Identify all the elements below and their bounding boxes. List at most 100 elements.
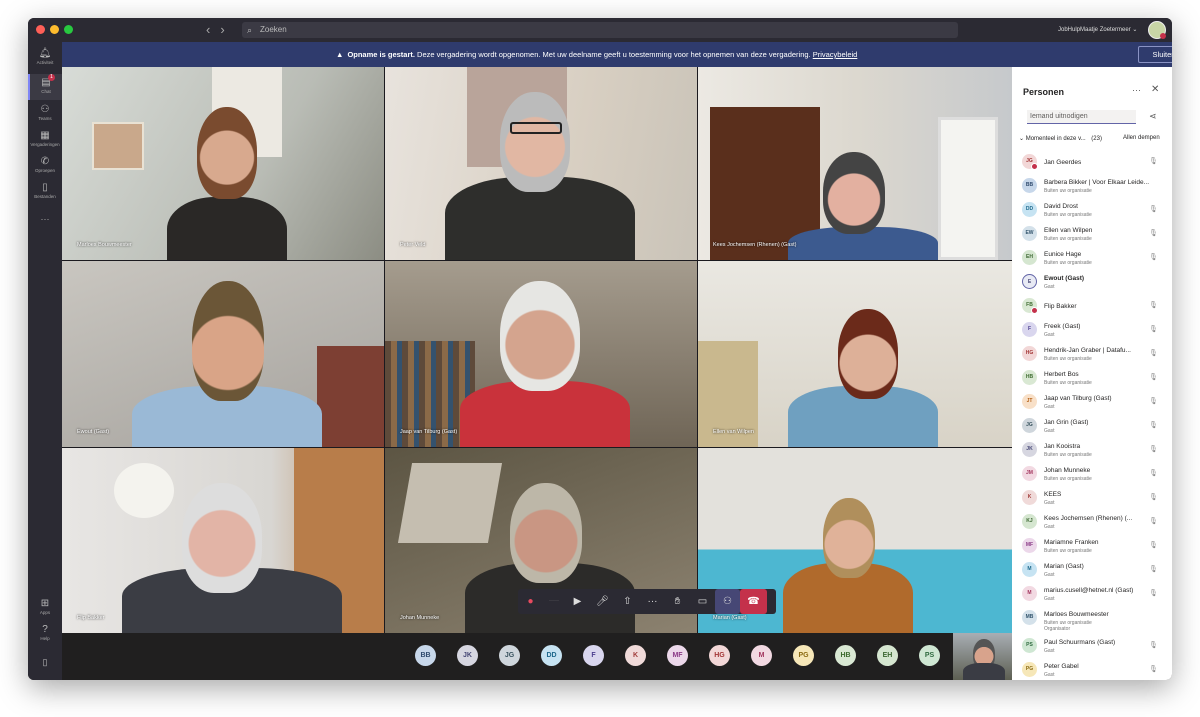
- mute-button[interactable]: 🎤︎: [590, 589, 615, 614]
- strip-avatar[interactable]: PS: [919, 645, 940, 666]
- video-tile[interactable]: Ewout (Gast): [62, 261, 384, 447]
- participant-row[interactable]: PS Paul Schuurmans (Gast) Gast 🎙︎: [1012, 635, 1172, 659]
- participant-row[interactable]: HG Hendrik-Jan Graber | Datafu... Buiten…: [1012, 343, 1172, 367]
- chat-button[interactable]: ▭: [690, 589, 715, 614]
- rail-item-meetings[interactable]: ▦ Vergaderingen: [28, 130, 62, 147]
- close-banner-button[interactable]: Sluiten: [1138, 46, 1172, 63]
- tile-name: Flip Bakker: [77, 615, 105, 621]
- back-arrow-icon[interactable]: ‹: [206, 22, 210, 37]
- recording-indicator-icon: ●: [527, 596, 534, 607]
- participant-face: [510, 483, 582, 583]
- window-controls: [36, 25, 73, 34]
- participant-row[interactable]: E Ewout (Gast) Gast: [1012, 271, 1172, 295]
- avatar: PG: [1022, 662, 1037, 677]
- tile-name: Marloes Bouwmeester: [77, 242, 132, 248]
- hang-up-button[interactable]: ☎: [740, 589, 767, 614]
- participant-row[interactable]: JK Jan Kooistra Buiten uw organisatie 🎙︎: [1012, 439, 1172, 463]
- strip-avatar[interactable]: JG: [499, 645, 520, 666]
- participant-face: [500, 92, 570, 192]
- rail-item-calls[interactable]: ✆ Oproepen: [28, 156, 62, 173]
- invite-input[interactable]: Iemand uitnodigen: [1027, 110, 1136, 124]
- strip-avatar[interactable]: EH: [877, 645, 898, 666]
- teams-window: ‹ › ⌕ Zoeken JobHulpMaatje Zoetermeer ⌄ …: [28, 18, 1172, 680]
- rail-item-activity[interactable]: 🔔︎ Activiteit: [28, 48, 62, 65]
- search-icon: ⌕: [247, 25, 253, 35]
- participant-row[interactable]: K KEES Gast 🎙︎: [1012, 487, 1172, 511]
- chevron-down-icon: ⌄: [1019, 136, 1025, 142]
- participant-row[interactable]: JG Jan Geerdes 🎙︎: [1012, 151, 1172, 175]
- video-tile[interactable]: Flip Bakker: [62, 448, 384, 633]
- close-icon[interactable]: ✕: [1151, 84, 1159, 95]
- participant-row[interactable]: M Marian (Gast) Gast 🎙︎: [1012, 559, 1172, 583]
- participant-face: [500, 281, 580, 391]
- rail-item-files[interactable]: ▯ Bestanden: [28, 182, 62, 199]
- strip-avatar[interactable]: MF: [667, 645, 688, 666]
- participant-row[interactable]: JT Jaap van Tilburg (Gast) Gast 🎙︎: [1012, 391, 1172, 415]
- rail-item-apps[interactable]: ⊞ Apps: [28, 598, 62, 615]
- forward-arrow-icon[interactable]: ›: [220, 22, 224, 37]
- banner-message: ▲ Opname is gestart. Deze vergadering wor…: [336, 50, 858, 59]
- self-view-video[interactable]: [953, 633, 1013, 680]
- window-frame: [938, 117, 998, 260]
- device-icon[interactable]: ▯: [28, 656, 62, 668]
- in-meeting-section[interactable]: ⌄ Momenteel in deze v... (23): [1019, 135, 1102, 142]
- participant-row[interactable]: M marius.cusell@hetnet.nl (Gast) Gast 🎙︎: [1012, 583, 1172, 607]
- participants-button[interactable]: ⚇: [715, 589, 740, 614]
- video-tile[interactable]: Kees Jochemsen (Rhenen) (Gast): [698, 67, 1012, 260]
- minimize-window-button[interactable]: [50, 25, 59, 34]
- strip-avatar[interactable]: K: [625, 645, 646, 666]
- participant-row[interactable]: F Freek (Gast) Gast 🎙︎: [1012, 319, 1172, 343]
- participant-row[interactable]: HB Herbert Bos Buiten uw organisatie 🎙︎: [1012, 367, 1172, 391]
- participant-face: [838, 309, 898, 399]
- participant-row[interactable]: EH Eunice Hage Buiten uw organisatie 🎙︎: [1012, 247, 1172, 271]
- strip-avatar[interactable]: F: [583, 645, 604, 666]
- more-options-icon[interactable]: ···: [1132, 85, 1141, 95]
- more-apps-button[interactable]: ···: [28, 214, 62, 224]
- shelf: [317, 346, 384, 447]
- strip-avatar[interactable]: JK: [457, 645, 478, 666]
- camera-button[interactable]: ▶: [565, 589, 590, 614]
- strip-avatar[interactable]: PG: [793, 645, 814, 666]
- participant-row[interactable]: MB Marloes Bouwmeester Buiten uw organis…: [1012, 607, 1172, 635]
- org-switcher[interactable]: JobHulpMaatje Zoetermeer ⌄: [1058, 26, 1137, 33]
- meeting-controls: ● ····· ▶ 🎤︎ ⇧ ··· ✋︎ ▭ ⚇ ☎: [518, 589, 776, 614]
- strip-avatar[interactable]: HG: [709, 645, 730, 666]
- tile-name: Jaap van Tilburg (Gast): [400, 429, 458, 435]
- close-window-button[interactable]: [36, 25, 45, 34]
- rail-item-teams[interactable]: ⚇ Teams: [28, 104, 62, 121]
- search-input[interactable]: ⌕ Zoeken: [242, 22, 958, 38]
- tile-name: Ellen van Wilpen: [713, 429, 754, 435]
- strip-avatar[interactable]: DD: [541, 645, 562, 666]
- participant-row[interactable]: JG Jan Grin (Gast) Gast 🎙︎: [1012, 415, 1172, 439]
- video-tile[interactable]: Peter Veld: [385, 67, 697, 260]
- participant-row[interactable]: KJ Kees Jochemsen (Rhenen) (... Gast 🎙︎: [1012, 511, 1172, 535]
- rail-item-help[interactable]: ? Help: [28, 624, 62, 641]
- participant-row[interactable]: MF Mariamne Franken Buiten uw organisati…: [1012, 535, 1172, 559]
- strip-avatar[interactable]: BB: [415, 645, 436, 666]
- share-link-icon[interactable]: ⋖: [1149, 111, 1157, 122]
- raise-hand-button[interactable]: ✋︎: [665, 589, 690, 614]
- participant-row[interactable]: FB Flip Bakker 🎙︎: [1012, 295, 1172, 319]
- participant-row[interactable]: JM Johan Munneke Buiten uw organisatie 🎙…: [1012, 463, 1172, 487]
- participant-row[interactable]: EW Ellen van Wilpen Buiten uw organisati…: [1012, 223, 1172, 247]
- avatar: E: [1022, 274, 1037, 289]
- participant-row[interactable]: BB Barbera Bikker | Voor Elkaar Leide...…: [1012, 175, 1172, 199]
- recording-banner: ▲ Opname is gestart. Deze vergadering wor…: [62, 42, 1172, 67]
- rail-item-chat[interactable]: ▤ 1 Chat: [28, 74, 62, 100]
- strip-avatar[interactable]: HB: [835, 645, 856, 666]
- participant-row[interactable]: DD David Drost Buiten uw organisatie 🎙︎: [1012, 199, 1172, 223]
- more-actions-button[interactable]: ···: [640, 589, 665, 614]
- strip-avatar[interactable]: M: [751, 645, 772, 666]
- share-screen-button[interactable]: ⇧: [615, 589, 640, 614]
- panel-title: Personen: [1023, 87, 1065, 97]
- video-tile[interactable]: Ellen van Wilpen: [698, 261, 1012, 447]
- maximize-window-button[interactable]: [64, 25, 73, 34]
- privacy-link[interactable]: Privacybeleid: [813, 50, 858, 59]
- mic-muted-icon: 🎙︎: [1149, 590, 1158, 597]
- video-tile[interactable]: Marloes Bouwmeester: [62, 67, 384, 260]
- avatar: PS: [1022, 638, 1037, 653]
- mute-all-button[interactable]: Allen dempen: [1123, 135, 1160, 141]
- video-tile[interactable]: Jaap van Tilburg (Gast): [385, 261, 697, 447]
- participant-row[interactable]: PG Peter Gabel Gast 🎙︎: [1012, 659, 1172, 680]
- profile-avatar[interactable]: [1148, 21, 1166, 39]
